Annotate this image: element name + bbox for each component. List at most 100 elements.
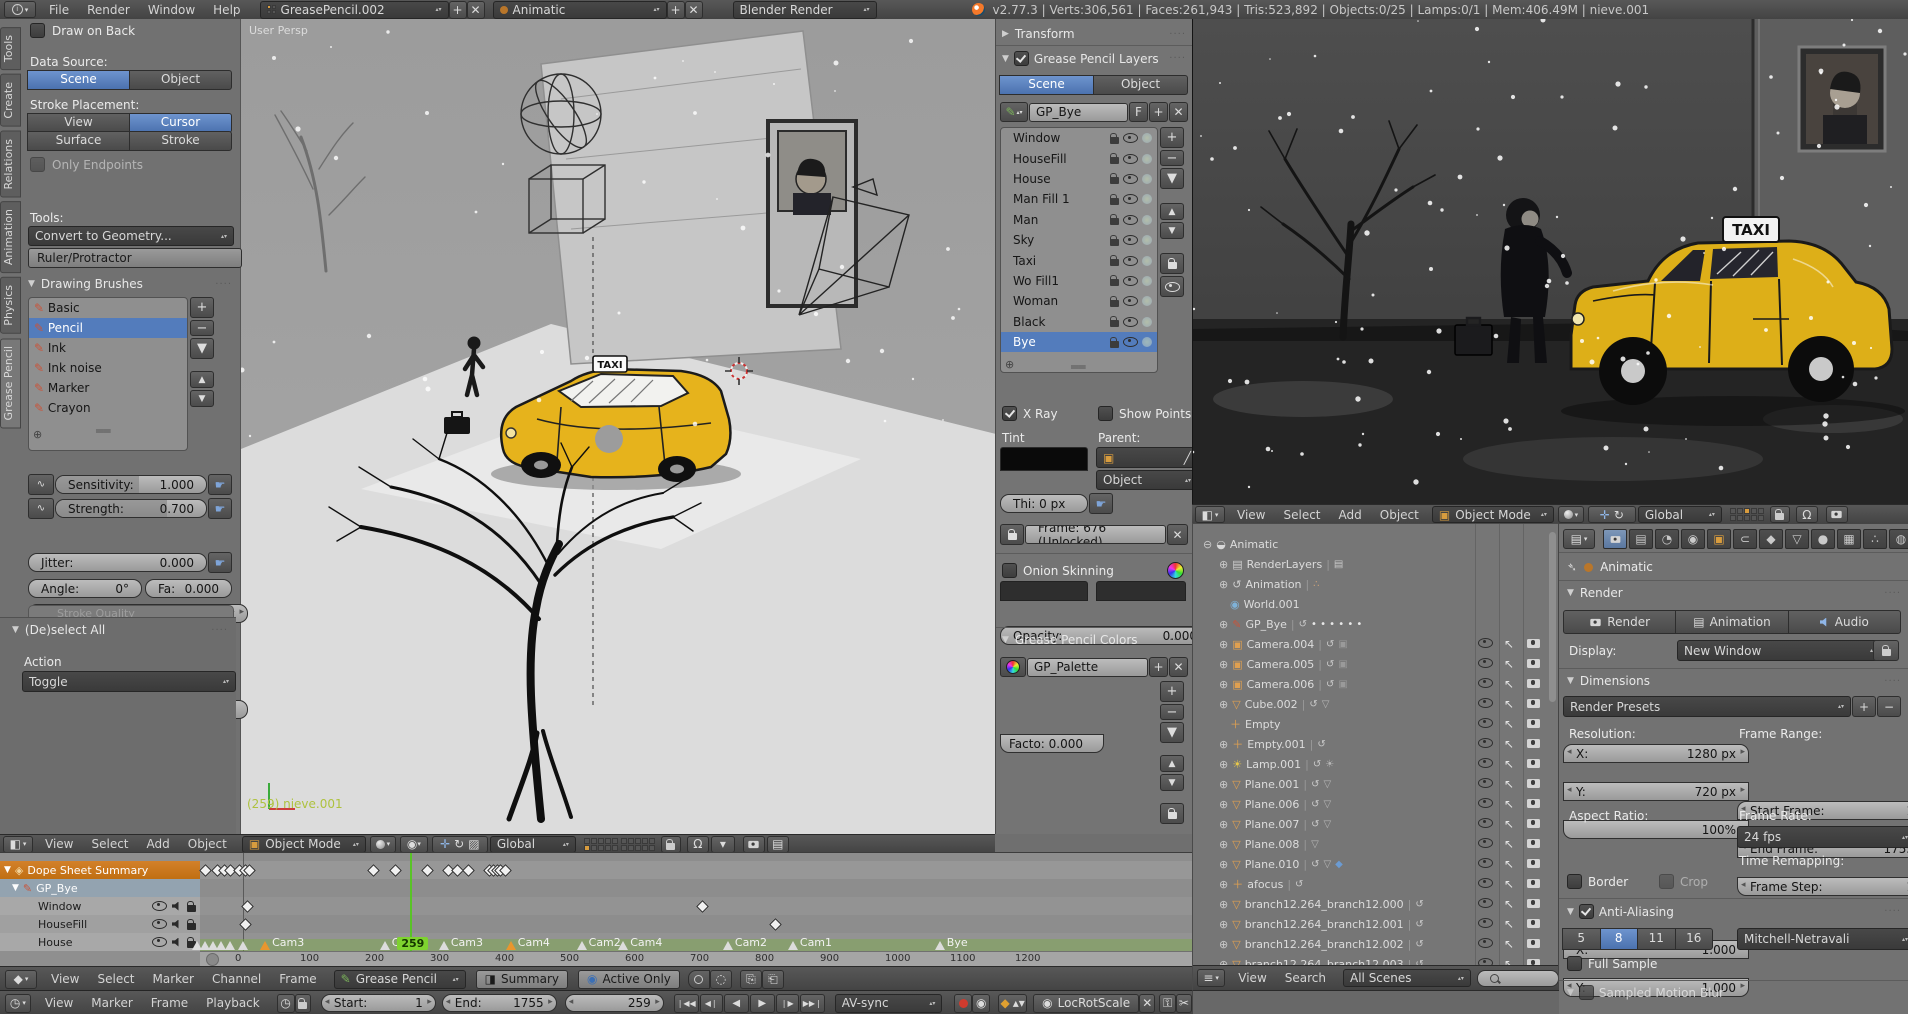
frame-rate-dropdown[interactable]: 24 fps ▴▾ (1737, 826, 1908, 848)
play-button[interactable]: ▶ (749, 993, 775, 1013)
outliner-row[interactable]: ⊕ ▽ Plane.008 | ▽ ↖ (1193, 834, 1549, 854)
paste-keyframes-button[interactable]: ⎗ (761, 969, 784, 989)
timeline-editor-type-button[interactable]: ◷ ▾ (5, 993, 31, 1013)
render-engine-select[interactable]: Blender Render ▴▾ (732, 0, 877, 19)
outliner-item-name[interactable]: Plane.010 (1245, 858, 1300, 871)
expand-icon[interactable]: ⊕ (1219, 558, 1228, 571)
gp-layer-specials-button[interactable]: ▼ (1160, 168, 1184, 189)
restrict-render-icon[interactable] (1527, 718, 1540, 731)
expand-icon[interactable]: ⊕ (1219, 858, 1228, 871)
restrict-render-icon[interactable] (1527, 758, 1540, 771)
deselect-all-header[interactable]: ▼ (De)select All ···· (12, 623, 228, 637)
restrict-select-icon[interactable]: ↖ (1504, 637, 1514, 651)
expand-icon[interactable]: ⊕ (1219, 758, 1228, 771)
restrict-render-icon[interactable] (1527, 938, 1540, 951)
restrict-select-icon[interactable]: ↖ (1504, 677, 1514, 691)
strength-curve-button[interactable]: ∿ (28, 498, 54, 519)
active-only-button[interactable]: ◉ Active Only (578, 969, 680, 989)
restrict-eye-icon[interactable] (1478, 697, 1493, 711)
layer-onion-icon[interactable] (1142, 153, 1152, 164)
resolution-y-field[interactable]: ◂ Y: 720 px ▸ (1563, 782, 1749, 801)
channel-eye-icon[interactable] (152, 901, 167, 911)
channel-speaker-icon[interactable] (172, 901, 179, 911)
expand-icon[interactable]: ⊕ (1219, 818, 1228, 831)
layers-widget-2[interactable] (620, 837, 655, 851)
render-view-menu-item[interactable]: Add (1330, 508, 1371, 522)
outliner-row[interactable]: ⊕ ▣ Camera.006 | ↺ ▣ ↖ (1193, 674, 1549, 694)
tab-modifiers[interactable]: ◆ (1759, 529, 1783, 549)
display-dropdown[interactable]: New Window▴▾ (1677, 640, 1883, 661)
restrict-render-icon[interactable] (1527, 638, 1540, 651)
tool-shelf-tab[interactable]: Relations (0, 130, 21, 198)
layer-eye-icon[interactable] (1123, 194, 1138, 205)
tab-physics[interactable]: ◍ (1889, 529, 1908, 549)
tab-constraints[interactable]: ⊂ (1733, 529, 1757, 549)
gp-layer-row[interactable]: Taxi (1001, 250, 1157, 270)
next-keyframe-button[interactable]: ❘▶ (775, 993, 799, 1013)
tool-shelf-tab[interactable]: Tools (0, 27, 21, 71)
tab-particles[interactable]: ∴ (1863, 529, 1887, 549)
timeline-menu-item[interactable]: Frame (142, 996, 197, 1010)
restrict-eye-icon[interactable] (1478, 877, 1493, 891)
outliner-item-name[interactable]: Plane.001 (1245, 778, 1300, 791)
channel-lock-icon[interactable] (187, 900, 196, 912)
aa-sample-option[interactable]: 8 (1599, 928, 1638, 950)
outliner-row[interactable]: ⊕ ▣ Camera.004 | ↺ ▣ ↖ (1193, 634, 1549, 654)
expand-icon[interactable]: ⊕ (1219, 578, 1228, 591)
render-opengl-anim-button[interactable]: ▤ (766, 835, 789, 853)
restrict-select-icon[interactable]: ↖ (1504, 717, 1514, 731)
restrict-select-icon[interactable]: ↖ (1504, 817, 1514, 831)
channel-eye-icon[interactable] (152, 937, 167, 947)
tab-material[interactable]: ● (1811, 529, 1835, 549)
outliner-row[interactable]: ⊕ ▽ branch12.264_branch12.002 | ↺ ↖ (1193, 934, 1549, 954)
layer-onion-icon[interactable] (1142, 316, 1152, 327)
restrict-eye-icon[interactable] (1478, 917, 1493, 931)
render-view-menu-item[interactable]: Select (1274, 508, 1329, 522)
render-view-mode-dropdown[interactable]: ▣ Object Mode ▴▾ (1431, 506, 1554, 523)
render-view-snap-button[interactable]: Ω (1795, 506, 1818, 523)
channel-speaker-icon[interactable] (172, 937, 179, 947)
info-editor-icon[interactable]: i ▾ (4, 1, 36, 18)
border-checkbox[interactable] (1567, 874, 1582, 889)
tool-shelf-tab[interactable]: Animation (0, 201, 21, 274)
restrict-select-icon[interactable]: ↖ (1504, 837, 1514, 851)
channel-lock-icon[interactable] (187, 918, 196, 930)
gp-layer-row[interactable]: Wo Fill1 (1001, 271, 1157, 291)
outliner-row[interactable]: ⊕ ✎ GP_Bye | ↺ • • • • • • (1193, 614, 1549, 634)
channel-speaker-icon[interactable] (172, 919, 179, 929)
layer-onion-icon[interactable] (1142, 296, 1152, 307)
render-preview-viewport[interactable]: TAXI (1191, 17, 1908, 504)
layer-eye-icon[interactable] (1123, 255, 1138, 266)
av-sync-dropdown[interactable]: AV-sync ▴▾ (834, 993, 943, 1013)
display-lock-button[interactable] (1873, 640, 1899, 661)
channel-group-gp-bye[interactable]: ▼ ✎ GP_Bye (0, 879, 200, 897)
channel-window[interactable]: Window (0, 897, 200, 915)
sensitivity-curve-button[interactable]: ∿ (28, 474, 54, 495)
tab-scene[interactable]: ◔ (1655, 529, 1679, 549)
restrict-render-icon[interactable] (1527, 818, 1540, 831)
gp-hide-all-button[interactable] (1160, 276, 1184, 297)
expand-icon[interactable]: ⊕ (1219, 878, 1228, 891)
aa-sample-option[interactable]: 16 (1674, 928, 1713, 950)
outliner-item-name[interactable]: Camera.005 (1247, 658, 1315, 671)
outliner-row[interactable]: ⊕ ▽ branch12.264_branch12.001 | ↺ ↖ (1193, 914, 1549, 934)
data-source-option[interactable]: Object (129, 70, 232, 90)
dope-menu-item[interactable]: Channel (203, 972, 270, 986)
timeline-menu-item[interactable]: Marker (82, 996, 141, 1010)
menu-item[interactable]: File (40, 3, 78, 17)
expand-icon[interactable]: ⊕ (1219, 918, 1228, 931)
outliner-search-field[interactable] (1476, 969, 1559, 987)
end-field[interactable]: ◂ End: 1755 ▸ (441, 994, 557, 1012)
gp-lock-all-button[interactable] (1160, 253, 1184, 274)
gp-layer-grip[interactable]: ══ (1071, 360, 1085, 372)
outliner-item-name[interactable]: GP_Bye (1245, 618, 1286, 631)
dope-menu-item[interactable]: Select (88, 972, 143, 986)
layer-eye-icon[interactable] (1123, 337, 1138, 348)
expand-icon[interactable]: ⊕ (1219, 658, 1228, 671)
render-view-manipulators[interactable]: ✛ ↻ (1587, 506, 1636, 523)
channel-summary[interactable]: ▼ ◈ Dope Sheet Summary (0, 861, 200, 879)
outliner-item-name[interactable]: Plane.006 (1245, 798, 1300, 811)
dope-menu-item[interactable]: Marker (144, 972, 203, 986)
angle-slider[interactable]: Angle: 0° (28, 579, 142, 598)
outliner-item-name[interactable]: Empty.001 (1247, 738, 1305, 751)
